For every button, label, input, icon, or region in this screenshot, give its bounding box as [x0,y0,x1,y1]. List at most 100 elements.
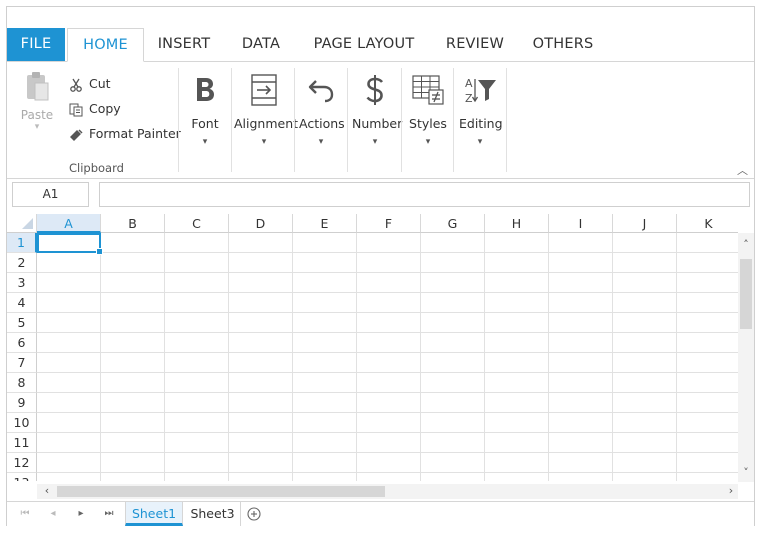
cell-h11[interactable] [485,433,549,453]
cell-a7[interactable] [37,353,101,373]
next-sheet-icon[interactable]: ▸ [73,506,89,522]
cell-c13[interactable] [165,473,229,481]
editing-button[interactable]: A Z Editing ▾ [459,72,503,147]
cell-j4[interactable] [613,293,677,313]
sheet-tab-sheet3[interactable]: Sheet3 [185,502,241,526]
column-header-j[interactable]: J [613,214,677,233]
cell-c2[interactable] [165,253,229,273]
row-header-3[interactable]: 3 [7,273,37,293]
tab-insert[interactable]: INSERT [144,28,224,61]
cell-k5[interactable] [677,313,738,333]
cell-a4[interactable] [37,293,101,313]
column-header-i[interactable]: I [549,214,613,233]
cell-d4[interactable] [229,293,293,313]
horizontal-scroll-thumb[interactable] [57,486,385,497]
cut-button[interactable]: Cut [69,74,111,94]
cell-k9[interactable] [677,393,738,413]
cell-a11[interactable] [37,433,101,453]
cell-b6[interactable] [101,333,165,353]
actions-button[interactable]: Actions ▾ [299,72,345,147]
cell-f7[interactable] [357,353,421,373]
cell-h2[interactable] [485,253,549,273]
add-sheet-icon[interactable] [247,507,261,521]
scroll-down-icon[interactable]: ˅ [740,467,752,479]
row-header-8[interactable]: 8 [7,373,37,393]
cell-g13[interactable] [421,473,485,481]
cell-e5[interactable] [293,313,357,333]
prev-sheet-icon[interactable]: ◂ [45,506,61,522]
cell-g9[interactable] [421,393,485,413]
cell-j2[interactable] [613,253,677,273]
row-header-12[interactable]: 12 [7,453,37,473]
cell-b9[interactable] [101,393,165,413]
cell-i6[interactable] [549,333,613,353]
cell-k10[interactable] [677,413,738,433]
cell-h3[interactable] [485,273,549,293]
tab-page-layout[interactable]: PAGE LAYOUT [298,28,430,61]
cell-d2[interactable] [229,253,293,273]
column-header-g[interactable]: G [421,214,485,233]
column-header-e[interactable]: E [293,214,357,233]
cell-g4[interactable] [421,293,485,313]
cell-j9[interactable] [613,393,677,413]
number-button[interactable]: Number ▾ [352,72,402,147]
row-header-2[interactable]: 2 [7,253,37,273]
cell-h5[interactable] [485,313,549,333]
cell-f5[interactable] [357,313,421,333]
cell-f9[interactable] [357,393,421,413]
cell-c10[interactable] [165,413,229,433]
first-sheet-icon[interactable]: ⏮ [17,506,33,522]
cell-g7[interactable] [421,353,485,373]
cell-h12[interactable] [485,453,549,473]
cell-d6[interactable] [229,333,293,353]
cell-c12[interactable] [165,453,229,473]
cell-k4[interactable] [677,293,738,313]
formula-input[interactable] [99,182,750,207]
cell-h6[interactable] [485,333,549,353]
cell-k13[interactable] [677,473,738,481]
cell-e13[interactable] [293,473,357,481]
row-header-4[interactable]: 4 [7,293,37,313]
cell-j5[interactable] [613,313,677,333]
vertical-scrollbar[interactable]: ˄ ˅ [738,233,754,482]
cell-i4[interactable] [549,293,613,313]
cell-g6[interactable] [421,333,485,353]
cell-e8[interactable] [293,373,357,393]
cell-k8[interactable] [677,373,738,393]
row-header-7[interactable]: 7 [7,353,37,373]
cell-f3[interactable] [357,273,421,293]
name-box[interactable]: A1 [12,182,89,207]
cell-g12[interactable] [421,453,485,473]
cell-c11[interactable] [165,433,229,453]
scroll-left-icon[interactable]: ‹ [41,485,53,497]
cell-e12[interactable] [293,453,357,473]
cell-e7[interactable] [293,353,357,373]
select-all-corner[interactable] [7,214,37,233]
cell-d12[interactable] [229,453,293,473]
cell-b7[interactable] [101,353,165,373]
column-header-d[interactable]: D [229,214,293,233]
cell-e1[interactable] [293,233,357,253]
cell-d10[interactable] [229,413,293,433]
cell-h7[interactable] [485,353,549,373]
cell-f13[interactable] [357,473,421,481]
cell-j1[interactable] [613,233,677,253]
styles-button[interactable]: Styles ▾ [408,72,448,147]
cell-j10[interactable] [613,413,677,433]
cell-g2[interactable] [421,253,485,273]
cell-h9[interactable] [485,393,549,413]
font-button[interactable]: Font ▾ [187,72,223,147]
cell-f8[interactable] [357,373,421,393]
cell-f4[interactable] [357,293,421,313]
cell-g10[interactable] [421,413,485,433]
cell-k12[interactable] [677,453,738,473]
cell-c3[interactable] [165,273,229,293]
cell-i9[interactable] [549,393,613,413]
cell-i10[interactable] [549,413,613,433]
cell-f6[interactable] [357,333,421,353]
cell-i1[interactable] [549,233,613,253]
column-header-b[interactable]: B [101,214,165,233]
cell-c6[interactable] [165,333,229,353]
cell-c9[interactable] [165,393,229,413]
cell-c5[interactable] [165,313,229,333]
